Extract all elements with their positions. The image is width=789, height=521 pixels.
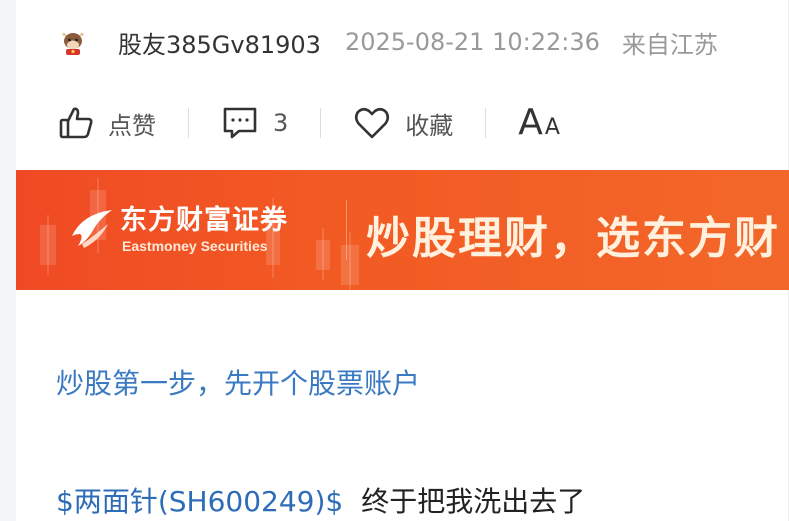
post-page: 股友385Gv81903 2025-08-21 10:22:36 来自江苏 点赞	[0, 0, 789, 521]
banner-divider	[346, 200, 347, 260]
heart-icon	[353, 105, 391, 141]
post-location: 来自江苏	[621, 30, 718, 59]
font-size-button[interactable]: A A	[518, 105, 560, 141]
post-text: 终于把我洗出去了	[361, 485, 586, 518]
like-label: 点赞	[108, 111, 156, 140]
banner-brand-en: Eastmoney Securities	[122, 238, 268, 254]
eastmoney-logo-icon	[68, 206, 114, 254]
post-header: 股友385Gv81903 2025-08-21 10:22:36 来自江苏	[60, 22, 718, 62]
comment-button[interactable]: 3	[221, 105, 288, 141]
author-username[interactable]: 股友385Gv81903	[118, 25, 321, 60]
eastmoney-ad-banner[interactable]: 东方财富证券 Eastmoney Securities 炒股理财，选东方财	[16, 170, 789, 290]
ox-avatar-icon[interactable]	[60, 29, 86, 55]
favorite-button[interactable]: 收藏	[353, 105, 453, 141]
thumbs-up-icon	[58, 105, 94, 141]
banner-slogan: 炒股理财，选东方财	[366, 213, 780, 264]
action-divider	[320, 108, 322, 138]
post-timestamp: 2025-08-21 10:22:36	[344, 28, 600, 56]
left-gutter	[0, 0, 16, 521]
font-size-large-glyph: A	[518, 102, 543, 143]
comment-icon	[221, 105, 259, 141]
font-size-small-glyph: A	[544, 115, 560, 140]
post-body: $两面针(SH600249)$ 终于把我洗出去了	[56, 480, 585, 520]
stock-tag-link[interactable]: $两面针(SH600249)$	[56, 485, 343, 518]
like-button[interactable]: 点赞	[58, 105, 156, 141]
action-bar: 点赞 3 收藏 A A	[58, 100, 560, 146]
banner-brand-cn: 东方财富证券	[120, 205, 288, 236]
comment-count: 3	[273, 109, 289, 137]
action-divider	[188, 108, 189, 138]
favorite-label: 收藏	[405, 111, 454, 140]
action-divider	[485, 108, 487, 138]
open-account-link[interactable]: 炒股第一步，先开个股票账户	[56, 362, 420, 402]
